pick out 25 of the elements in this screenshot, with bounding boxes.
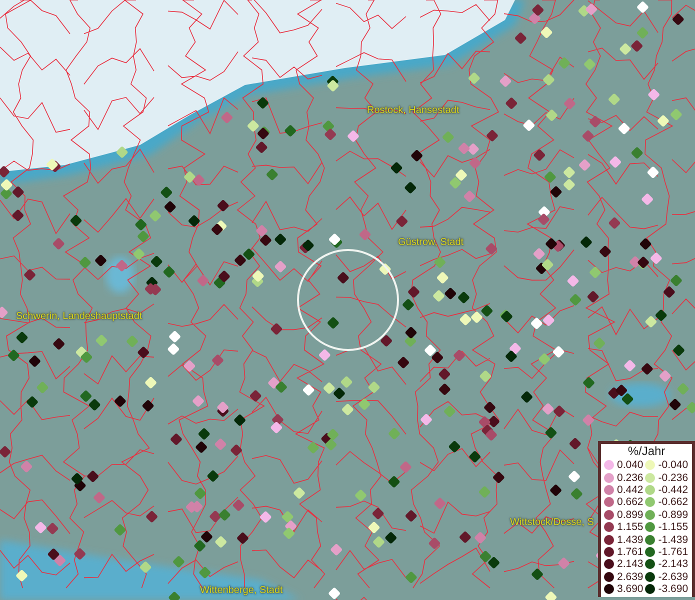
legend-title: %/Jahr: [626, 444, 666, 459]
legend-label: -0.236: [658, 472, 688, 484]
legend-label: 0.040: [617, 459, 644, 472]
place-label: Güstrow, Stadt: [398, 236, 464, 250]
legend-label: 0.899: [617, 508, 644, 521]
legend-label: 1.155: [617, 521, 644, 534]
legend-label: -0.899: [658, 508, 688, 521]
legend-label: 0.236: [617, 472, 644, 484]
legend-label: -0.662: [658, 496, 688, 508]
legend-label: -3.690: [658, 583, 688, 596]
legend-label: 3.690: [617, 583, 644, 596]
legend-label: 1.439: [617, 534, 644, 546]
legend-label: 2.639: [617, 570, 644, 583]
legend-label: -1.439: [658, 534, 688, 546]
legend-label: 2.143: [617, 558, 644, 570]
legend-label: -1.155: [658, 521, 688, 534]
legend-label: -2.639: [658, 570, 688, 583]
legend-label: -0.442: [658, 484, 688, 496]
legend-label: 0.662: [617, 496, 644, 508]
legend-label: 1.761: [617, 546, 644, 558]
place-label: Wittenberge, Stadt: [200, 584, 283, 598]
legend-label: 0.442: [617, 484, 644, 496]
legend-label: -0.040: [658, 459, 688, 472]
legend-label: -2.143: [658, 558, 688, 570]
legend-label: -1.761: [658, 546, 688, 558]
